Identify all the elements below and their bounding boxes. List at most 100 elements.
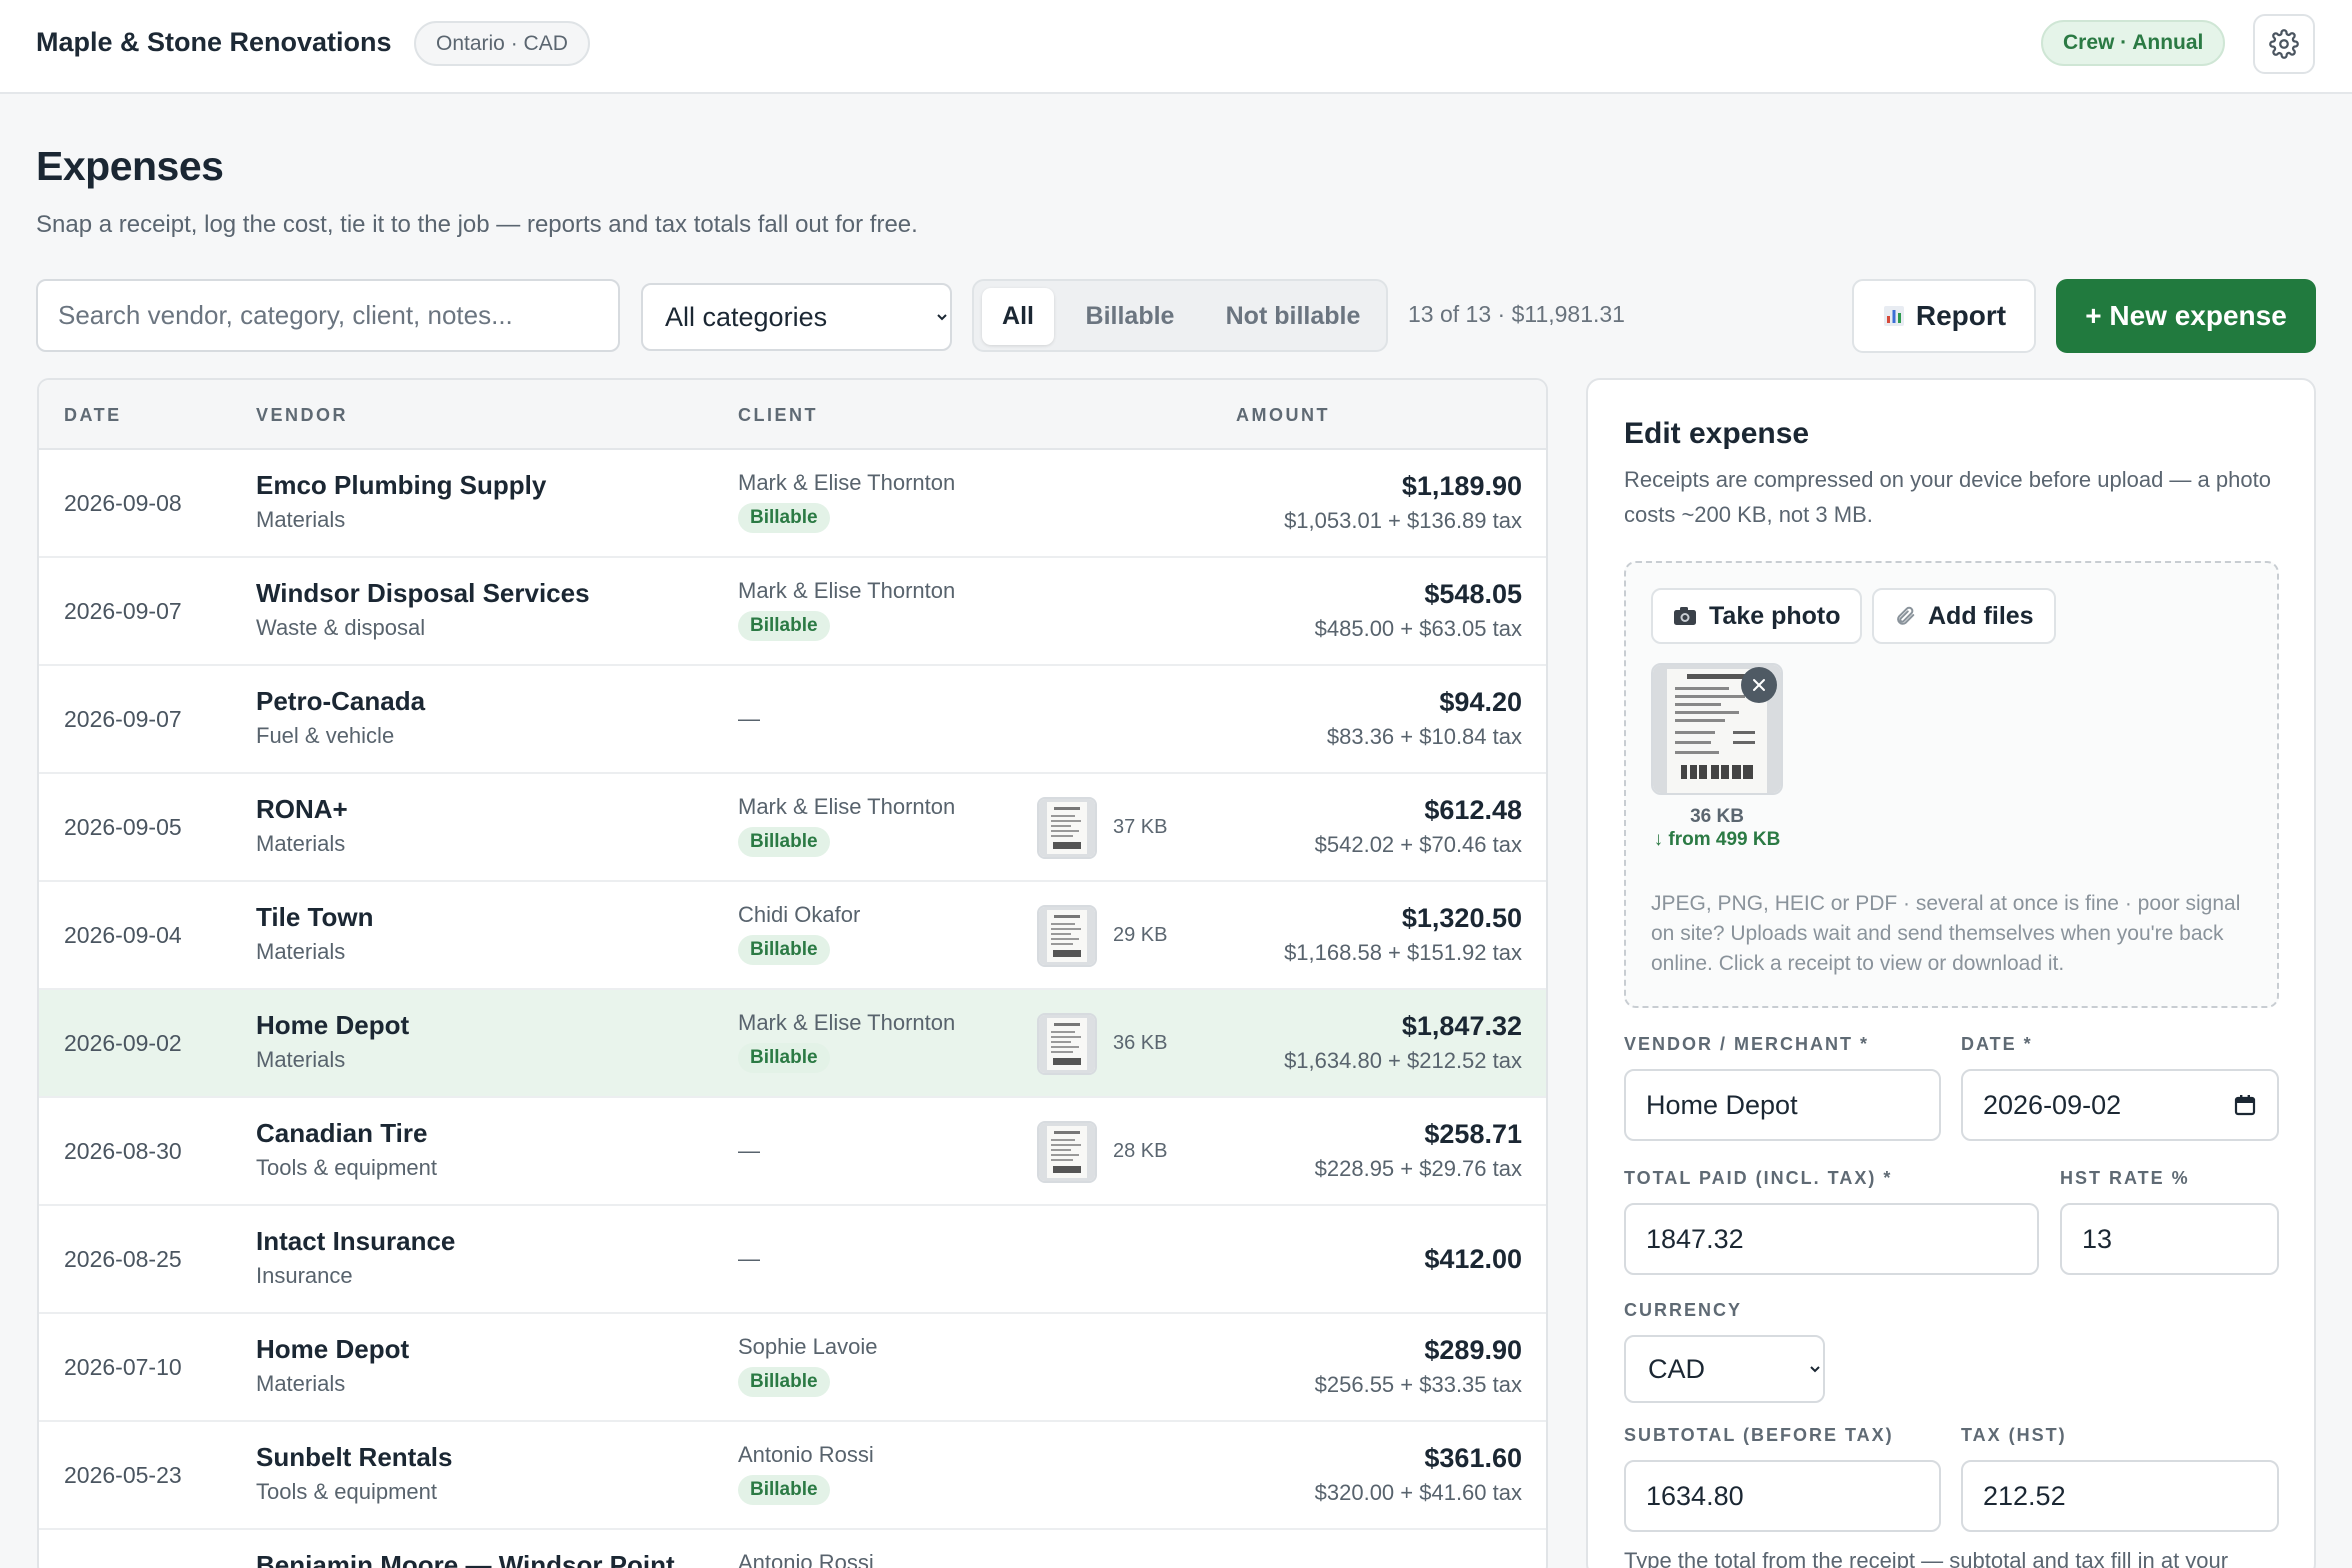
row-client: Mark & Elise Thornton <box>738 578 956 603</box>
table-row[interactable]: 2026-09-02 Home Depot Materials Mark & Elis… <box>39 990 1546 1098</box>
paperclip-icon <box>1897 606 1915 625</box>
tax-field[interactable] <box>1961 1460 2279 1532</box>
row-vendor: Windsor Disposal Services <box>256 578 590 608</box>
receipt-thumbnail[interactable] <box>1037 797 1097 859</box>
table-row[interactable]: 2026-07-10 Home Depot Materials Sophie Lavo… <box>39 1314 1546 1422</box>
row-client: Mark & Elise Thornton <box>738 470 956 495</box>
row-date: 2026-07-10 <box>64 1354 182 1380</box>
row-client: Antonio Rossi <box>738 1442 874 1467</box>
row-client: — <box>738 1246 760 1271</box>
tax-label: TAX (HST) <box>1961 1425 2067 1445</box>
receipt-thumbnail[interactable] <box>1037 1013 1097 1075</box>
row-category: Materials <box>256 1371 346 1396</box>
table-row[interactable]: 2026-09-07 Petro-Canada Fuel & vehicle — $94… <box>39 666 1546 774</box>
row-tax-breakdown: $1,168.58 + $151.92 tax <box>1284 940 1522 965</box>
row-amount: $612.48 <box>1424 795 1522 825</box>
compression-note: Receipts are compressed on your device b… <box>1624 467 2271 527</box>
row-tax-breakdown: $256.55 + $33.35 tax <box>1314 1372 1522 1397</box>
row-category: Tools & equipment <box>256 1479 437 1504</box>
hst-rate-field[interactable] <box>2060 1203 2279 1275</box>
add-files-button[interactable]: Add files <box>1872 588 2056 644</box>
top-bar: Maple & Stone Renovations Ontario · CAD … <box>0 0 2352 94</box>
header-amount[interactable]: AMOUNT <box>1236 405 1330 426</box>
row-category: Insurance <box>256 1263 353 1288</box>
row-tax-breakdown: $83.36 + $10.84 tax <box>1326 724 1522 749</box>
remove-receipt-button[interactable] <box>1741 667 1777 703</box>
header-client[interactable]: CLIENT <box>738 405 818 426</box>
row-amount: $258.71 <box>1424 1119 1522 1149</box>
row-amount: $361.60 <box>1424 1443 1522 1473</box>
receipt-size: 36 KB <box>1113 1032 1168 1054</box>
row-tax-breakdown: $485.00 + $63.05 tax <box>1314 616 1522 641</box>
receipt-thumbnail[interactable] <box>1037 1121 1097 1183</box>
row-client: Sophie Lavoie <box>738 1334 878 1359</box>
settings-button[interactable] <box>2253 14 2315 74</box>
row-tax-breakdown: $1,053.01 + $136.89 tax <box>1284 508 1522 533</box>
row-date: 2026-09-07 <box>64 706 182 732</box>
table-row[interactable]: 2026-09-07 Windsor Disposal Services Waste… <box>39 558 1546 666</box>
row-category: Waste & disposal <box>256 615 426 640</box>
receipt-dropzone[interactable]: Take photo Add files 36 KB ↓ from 499 KB… <box>1624 561 2279 1008</box>
date-label: DATE * <box>1961 1034 2033 1054</box>
subtotal-field[interactable] <box>1624 1460 1941 1532</box>
report-button[interactable]: Report <box>1852 279 2036 353</box>
edit-expense-panel: Edit expense Receipts are compressed on … <box>1586 378 2316 1568</box>
row-category: Tools & equipment <box>256 1155 437 1180</box>
search-input[interactable] <box>36 279 620 352</box>
region-badge: Ontario · CAD <box>414 21 590 66</box>
table-row[interactable]: 2026-09-08 Emco Plumbing Supply Materials M… <box>39 450 1546 558</box>
row-amount: $289.90 <box>1424 1335 1522 1365</box>
row-client: — <box>738 1138 760 1163</box>
table-row[interactable]: Benjamin Moore — Windsor Point Antonio Ro… <box>39 1530 1546 1568</box>
table-row[interactable]: 2026-08-25 Intact Insurance Insurance — $412… <box>39 1206 1546 1314</box>
gear-icon <box>2269 29 2299 59</box>
row-date: 2026-09-07 <box>64 598 182 624</box>
add-files-label: Add files <box>1928 601 2034 630</box>
category-select[interactable]: All categories <box>641 283 952 351</box>
billable-filter: All Billable Not billable <box>972 279 1388 352</box>
vendor-field[interactable] <box>1624 1069 1941 1141</box>
row-vendor: Tile Town <box>256 902 374 932</box>
table-row[interactable]: 2026-09-05 RONA+ Materials Mark & Elise Tho… <box>39 774 1546 882</box>
header-vendor[interactable]: VENDOR <box>256 405 348 426</box>
billable-badge: Billable <box>738 503 830 533</box>
billable-badge: Billable <box>738 1367 830 1397</box>
table-row[interactable]: 2026-08-30 Canadian Tire Tools & equipment… <box>39 1098 1546 1206</box>
row-vendor: RONA+ <box>256 794 348 824</box>
receipt-thumbnail[interactable] <box>1037 905 1097 967</box>
row-client: — <box>738 706 760 731</box>
calendar-icon[interactable] <box>2233 1093 2257 1117</box>
row-client: Mark & Elise Thornton <box>738 794 956 819</box>
total-field[interactable] <box>1624 1203 2039 1275</box>
receipt-size: 37 KB <box>1113 816 1168 838</box>
filter-all[interactable]: All <box>982 288 1054 345</box>
row-category: Materials <box>256 939 346 964</box>
row-category: Materials <box>256 507 346 532</box>
chart-icon <box>1883 306 1904 326</box>
date-value: 2026-09-02 <box>1983 1089 2122 1120</box>
receipt-savings: ↓ from 499 KB <box>1653 829 1781 850</box>
row-client: Antonio Rossi <box>738 1550 874 1568</box>
billable-badge: Billable <box>738 827 830 857</box>
row-tax-breakdown: $542.02 + $70.46 tax <box>1314 832 1522 857</box>
row-amount: $1,847.32 <box>1401 1011 1522 1041</box>
filter-not-billable[interactable]: Not billable <box>1206 288 1380 345</box>
report-label: Report <box>1915 300 2007 331</box>
billable-badge: Billable <box>738 1043 830 1073</box>
table-row[interactable]: 2026-09-04 Tile Town Materials Chidi Okafor… <box>39 882 1546 990</box>
date-field[interactable]: 2026-09-02 <box>1961 1069 2279 1141</box>
row-amount: $94.20 <box>1439 687 1522 717</box>
billable-badge: Billable <box>738 935 830 965</box>
row-amount: $1,189.90 <box>1401 471 1522 501</box>
filter-billable[interactable]: Billable <box>1062 288 1198 345</box>
take-photo-label: Take photo <box>1709 601 1841 630</box>
table-row[interactable]: 2026-05-23 Sunbelt Rentals Tools & equipme… <box>39 1422 1546 1530</box>
row-date: 2026-08-30 <box>64 1138 182 1164</box>
close-icon <box>1753 679 1765 691</box>
new-expense-button[interactable]: + New expense <box>2056 279 2316 353</box>
expenses-table: DATE VENDOR CLIENT AMOUNT 2026-09-08 Emco… <box>37 378 1548 1568</box>
currency-select[interactable]: CAD <box>1624 1335 1825 1403</box>
header-date[interactable]: DATE <box>64 405 122 426</box>
take-photo-button[interactable]: Take photo <box>1651 588 1863 644</box>
page-title: Expenses <box>36 143 224 189</box>
